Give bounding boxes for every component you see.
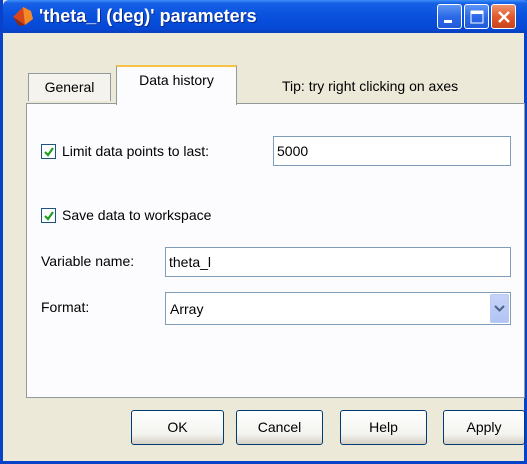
format-select[interactable]: Array xyxy=(165,292,511,325)
format-label: Format: xyxy=(41,299,90,315)
apply-button[interactable]: Apply xyxy=(443,410,525,445)
close-icon xyxy=(498,11,510,23)
maximize-button[interactable] xyxy=(464,4,489,29)
limit-points-label: Limit data points to last: xyxy=(62,143,210,159)
variable-name-input[interactable]: theta_l xyxy=(165,247,511,277)
tip-text: Tip: try right clicking on axes xyxy=(282,78,459,94)
maximize-icon xyxy=(470,10,484,24)
save-workspace-label: Save data to workspace xyxy=(62,207,212,223)
title-bar[interactable]: 'theta_l (deg)' parameters xyxy=(3,0,527,33)
close-button[interactable] xyxy=(491,4,516,29)
parameters-dialog: 'theta_l (deg)' parameters General Data … xyxy=(0,0,527,464)
help-button[interactable]: Help xyxy=(340,410,427,445)
minimize-button[interactable] xyxy=(437,4,462,29)
tab-data-history[interactable]: Data history xyxy=(116,65,237,105)
format-selected-value: Array xyxy=(170,301,204,317)
variable-name-label: Variable name: xyxy=(41,253,135,269)
save-workspace-checkbox[interactable] xyxy=(41,208,56,223)
window-title: 'theta_l (deg)' parameters xyxy=(39,6,257,26)
checkmark-icon xyxy=(44,147,54,157)
chevron-down-icon xyxy=(494,305,505,312)
ok-button[interactable]: OK xyxy=(131,410,224,445)
limit-points-checkbox[interactable] xyxy=(41,144,56,159)
checkmark-icon xyxy=(44,211,54,221)
cancel-button[interactable]: Cancel xyxy=(236,410,323,445)
minimize-icon xyxy=(444,20,452,23)
tab-general[interactable]: General xyxy=(28,73,111,101)
tab-general-label: General xyxy=(44,79,95,95)
tab-data-history-label: Data history xyxy=(139,72,214,88)
limit-points-input[interactable]: 5000 xyxy=(273,136,511,166)
simulink-icon xyxy=(11,5,35,27)
dropdown-arrow[interactable] xyxy=(490,294,509,323)
